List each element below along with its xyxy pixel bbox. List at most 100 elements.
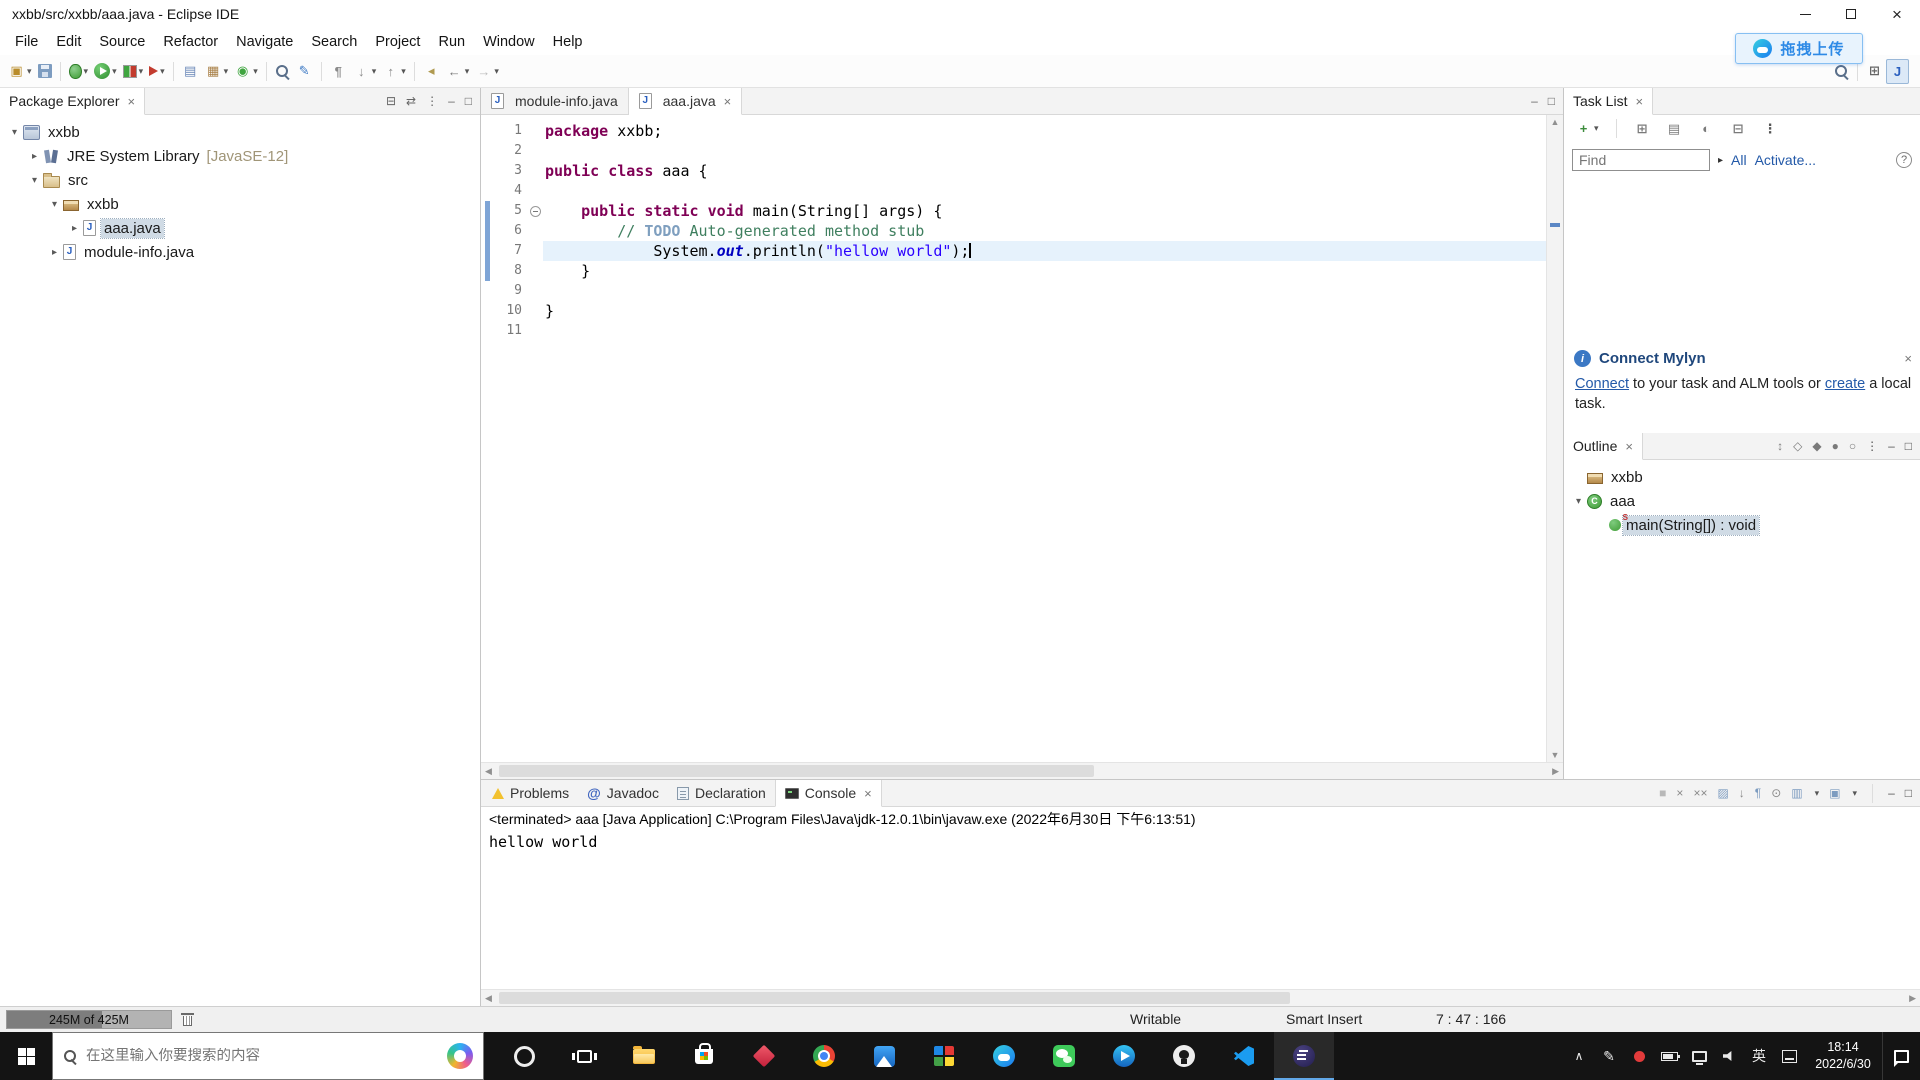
remove-launch-icon[interactable]: × [1676, 787, 1683, 799]
scroll-right-icon[interactable]: ▶ [1909, 993, 1916, 1004]
create-link[interactable]: create [1825, 376, 1865, 392]
code-line-7[interactable]: System.out.println("hellow world"); [543, 241, 1546, 261]
find-input[interactable] [1572, 149, 1710, 171]
tab-console[interactable]: Console × [774, 780, 882, 807]
start-button[interactable] [0, 1032, 52, 1080]
maximize-editor-icon[interactable]: □ [1548, 95, 1555, 107]
new-package-button[interactable]: ▦ ▾ [202, 59, 232, 84]
back-button[interactable]: ← ▾ [443, 59, 473, 84]
blue-app-taskbar-button[interactable] [854, 1032, 914, 1080]
menu-help[interactable]: Help [544, 30, 592, 54]
run-button[interactable]: ▾ [91, 59, 120, 84]
package-explorer-tree[interactable]: ▾ xxbb ▸ JRE System Library [JavaSE-12] ▾ src ▾… [0, 115, 480, 264]
hidden-icons-tray-button[interactable]: ∧ [1564, 1032, 1594, 1080]
tree-collapsed-arrow-icon[interactable]: ▸ [66, 223, 83, 234]
task-view-taskbar-button[interactable] [554, 1032, 614, 1080]
tree-expanded-arrow-icon[interactable]: ▾ [6, 127, 23, 138]
tree-item-module-info-java[interactable]: ▸ module-info.java [0, 240, 480, 264]
open-console-icon[interactable]: ▣ [1829, 787, 1840, 799]
folding-ruler[interactable] [527, 115, 543, 762]
close-view-icon[interactable]: × [1625, 439, 1633, 454]
tree-item-aaa[interactable]: ▾ aaa [1564, 489, 1920, 513]
tree-item-src[interactable]: ▾ src [0, 168, 480, 192]
clear-console-icon[interactable]: ▨ [1717, 787, 1728, 799]
hide-non-public-members-icon[interactable]: ● [1832, 440, 1839, 452]
maximize-view-icon[interactable]: □ [1905, 440, 1912, 452]
new-task-button[interactable]: + ▾ [1572, 116, 1602, 141]
dropdown-caret-icon[interactable]: ▾ [224, 66, 229, 77]
dropdown-caret-icon[interactable]: ▾ [112, 66, 117, 77]
coverage-button[interactable]: ▾ [120, 59, 147, 84]
scroll-lock-icon[interactable]: ↓ [1739, 787, 1745, 799]
minimize-view-icon[interactable]: – [1888, 440, 1895, 452]
hide-completed-button[interactable]: ⊟ [1727, 116, 1750, 141]
tree-item-xxbb[interactable]: xxbb [1564, 465, 1920, 489]
tab-javadoc[interactable]: Javadoc [578, 780, 668, 806]
dropdown-caret-icon[interactable]: ▾ [1853, 788, 1858, 799]
scroll-left-icon[interactable]: ◀ [485, 993, 492, 1004]
maximize-view-icon[interactable]: □ [465, 95, 472, 107]
filter-all-link[interactable]: All [1731, 152, 1747, 168]
tree-item-aaa-java[interactable]: ▸ aaa.java [0, 216, 480, 240]
dropdown-caret-icon[interactable]: ▾ [494, 66, 499, 77]
scrollbar-thumb[interactable] [499, 992, 1291, 1004]
show-whitespace-button[interactable]: ¶ [327, 59, 350, 84]
minimize-view-icon[interactable]: – [1888, 787, 1895, 799]
code-line-10[interactable]: } [543, 301, 1546, 321]
mark-occurrences-button[interactable]: ✎ [293, 59, 316, 84]
tree-expanded-arrow-icon[interactable]: ▾ [46, 199, 63, 210]
grid-app-taskbar-button[interactable] [914, 1032, 974, 1080]
cloud-app-taskbar-button[interactable] [974, 1032, 1034, 1080]
next-annotation-button[interactable]: ↓ ▾ [350, 59, 380, 84]
link-with-editor-icon[interactable]: ⇄ [406, 95, 416, 107]
forward-button[interactable]: → ▾ [472, 59, 502, 84]
code-line-9[interactable] [543, 281, 1546, 301]
taskbar-search-box[interactable] [52, 1032, 484, 1080]
tree-expanded-arrow-icon[interactable]: ▾ [1570, 496, 1587, 507]
collapse-fold-icon[interactable] [529, 205, 541, 217]
dropdown-caret-icon[interactable]: ▾ [372, 66, 377, 77]
dropdown-caret-icon[interactable]: ▾ [160, 66, 165, 77]
view-menu-icon[interactable]: ⋮ [426, 95, 438, 107]
menu-refactor[interactable]: Refactor [154, 30, 227, 54]
hide-static-members-icon[interactable]: ◆ [1812, 440, 1821, 452]
fold-cell-5[interactable] [527, 201, 543, 221]
menu-edit[interactable]: Edit [47, 30, 90, 54]
editor-horizontal-scrollbar[interactable]: ◀ ▶ [481, 762, 1563, 779]
previous-annotation-button[interactable]: ↑ ▾ [379, 59, 409, 84]
scrollbar-thumb[interactable] [499, 765, 1095, 777]
run-garbage-collector-icon[interactable] [181, 1013, 194, 1026]
display-selected-console-icon[interactable]: ▥ [1791, 787, 1802, 799]
tab-declaration[interactable]: Declaration [668, 780, 775, 806]
menu-source[interactable]: Source [90, 30, 154, 54]
close-view-icon[interactable]: × [1635, 94, 1643, 109]
annotation-ruler[interactable] [481, 115, 495, 762]
drag-upload-overlay-button[interactable]: 拖拽上传 [1735, 33, 1863, 64]
view-menu-icon[interactable]: ⋮ [1866, 440, 1878, 452]
outline-tab[interactable]: Outline × [1564, 433, 1643, 460]
scroll-down-icon[interactable]: ▼ [1551, 750, 1560, 760]
taskbar-search-input[interactable] [86, 1048, 438, 1064]
dropdown-caret-icon[interactable]: ▾ [401, 66, 406, 77]
open-perspective-button[interactable]: ⊞ [1863, 59, 1886, 84]
code-line-6[interactable]: // TODO Auto-generated method stub [543, 221, 1546, 241]
menu-navigate[interactable]: Navigate [227, 30, 302, 54]
code-line-5[interactable]: public static void main(String[] args) { [543, 201, 1546, 221]
github-taskbar-button[interactable] [1154, 1032, 1214, 1080]
ime-language-tray-button[interactable]: 英 [1744, 1032, 1774, 1080]
minimize-editor-icon[interactable]: – [1531, 95, 1538, 107]
ms-store-taskbar-button[interactable] [674, 1032, 734, 1080]
maximize-view-icon[interactable]: □ [1905, 787, 1912, 799]
console-output[interactable]: hellow world [481, 831, 1920, 989]
chrome-taskbar-button[interactable] [794, 1032, 854, 1080]
last-edit-location-button[interactable]: ◂ [420, 59, 443, 84]
dropdown-caret-icon[interactable]: ▾ [1594, 123, 1599, 134]
minimize-view-icon[interactable]: – [448, 95, 455, 107]
tree-collapsed-arrow-icon[interactable]: ▸ [26, 151, 43, 162]
code-line-4[interactable] [543, 181, 1546, 201]
video-player-taskbar-button[interactable] [1094, 1032, 1154, 1080]
help-icon[interactable] [1896, 152, 1912, 168]
code-line-1[interactable]: package xxbb; [543, 121, 1546, 141]
red-dot-app-tray-button[interactable] [1624, 1032, 1654, 1080]
dropdown-caret-icon[interactable]: ▾ [1815, 788, 1820, 799]
